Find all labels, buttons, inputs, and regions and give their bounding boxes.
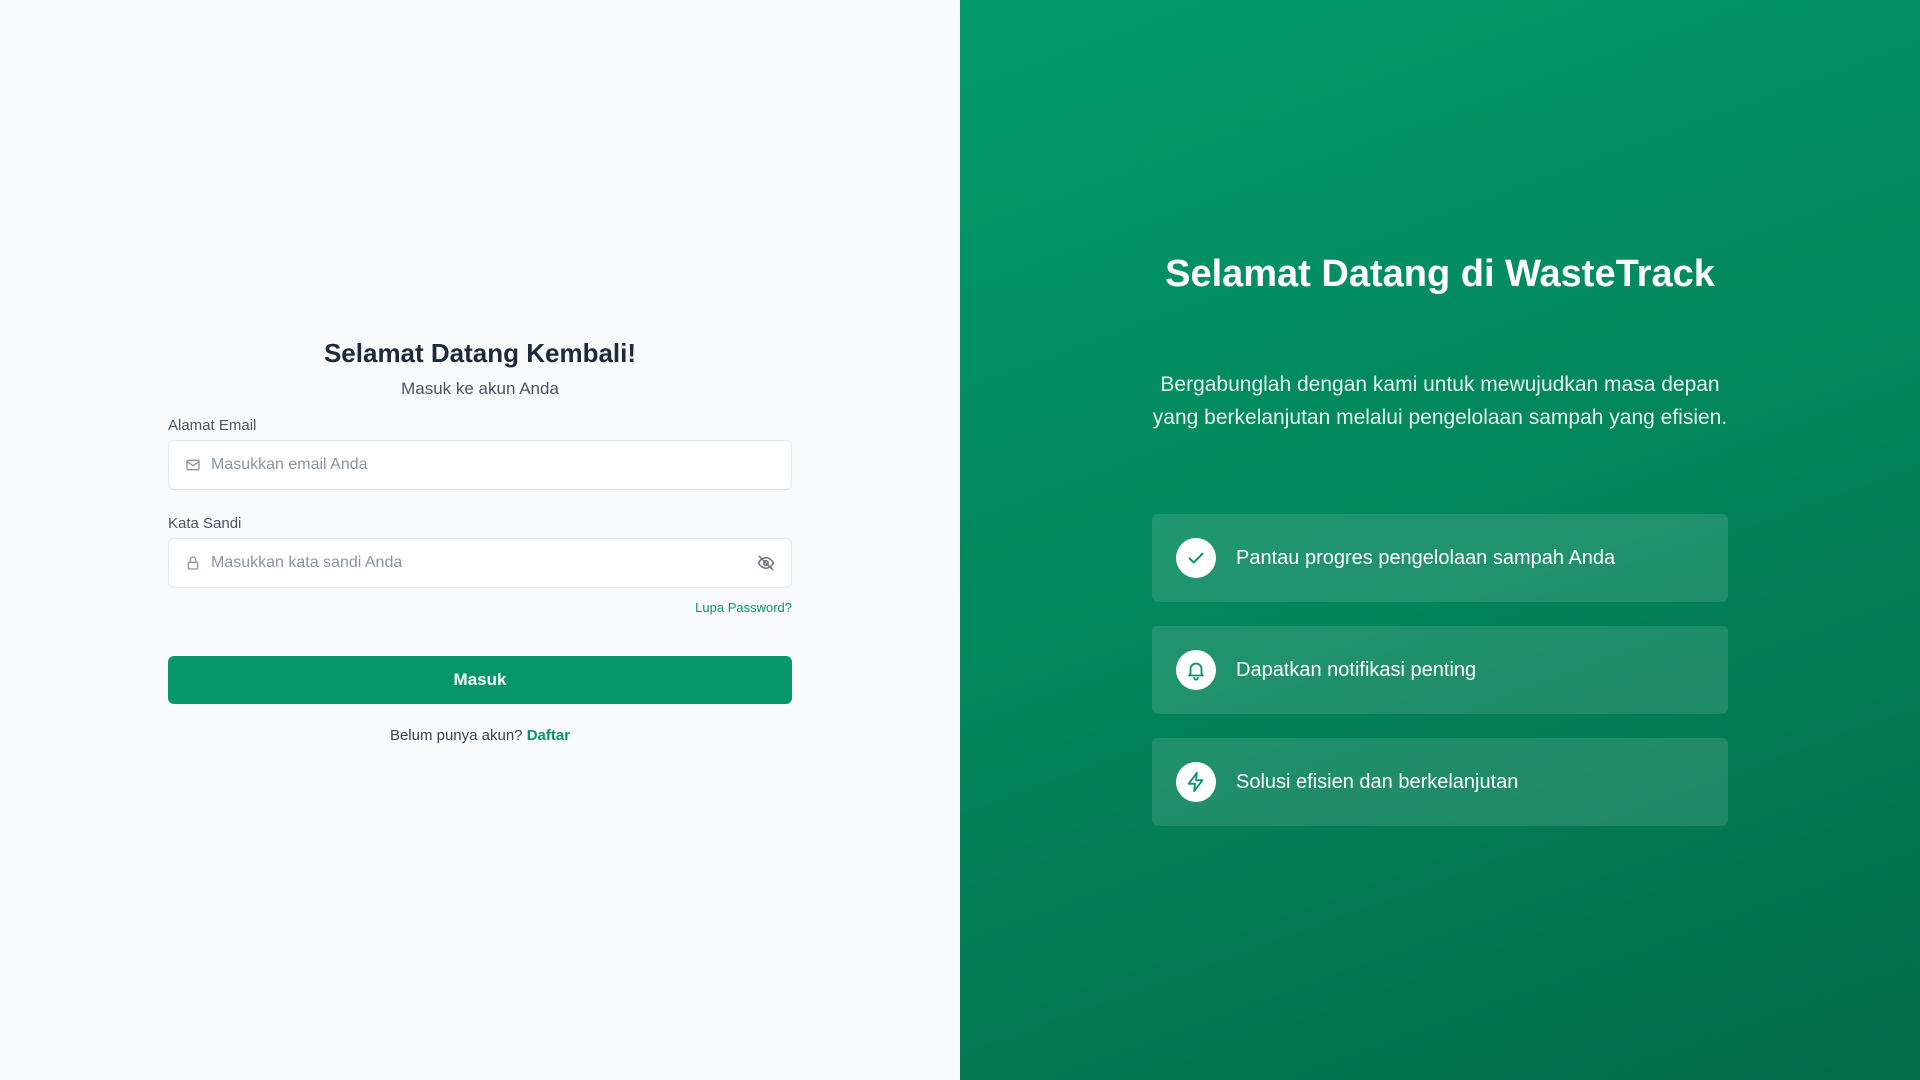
password-input[interactable] [211, 554, 757, 572]
login-page: Selamat Datang Kembali! Masuk ke akun An… [0, 0, 1920, 1080]
email-field-wrapper [168, 440, 792, 490]
lightning-icon [1176, 762, 1216, 802]
feature-text: Solusi efisien dan berkelanjutan [1236, 770, 1519, 793]
feature-card-monitoring: Pantau progres pengelolaan sampah Anda [1152, 514, 1728, 602]
forgot-password-link[interactable]: Lupa Password? [695, 600, 792, 615]
forgot-password-row: Lupa Password? [168, 600, 792, 616]
login-title: Selamat Datang Kembali! [323, 338, 637, 368]
feature-text: Pantau progres pengelolaan sampah Anda [1236, 546, 1616, 569]
password-label: Kata Sandi [168, 515, 242, 532]
register-prompt: Belum punya akun? [389, 727, 523, 744]
welcome-description: Bergabunglah dengan kami untuk mewujudka… [1152, 373, 1728, 429]
feature-card-efficiency: Solusi efisien dan berkelanjutan [1152, 738, 1728, 826]
register-link[interactable]: Daftar [527, 727, 570, 744]
lock-icon [185, 555, 201, 571]
register-row: Belum punya akun? Daftar [168, 726, 792, 746]
feature-list: Pantau progres pengelolaan sampah Anda D… [1152, 514, 1728, 850]
feature-card-notifications: Dapatkan notifikasi penting [1152, 626, 1728, 714]
mail-icon [185, 457, 201, 473]
email-input[interactable] [211, 456, 775, 474]
bell-icon [1176, 650, 1216, 690]
login-submit-button[interactable]: Masuk [168, 656, 792, 704]
login-subtitle: Masuk ke akun Anda [401, 379, 559, 398]
email-label: Alamat Email [168, 417, 257, 434]
feature-text: Dapatkan notifikasi penting [1236, 658, 1477, 681]
login-panel: Selamat Datang Kembali! Masuk ke akun An… [0, 0, 960, 1080]
welcome-panel: Selamat Datang di WasteTrack Bergabungla… [960, 0, 1920, 1080]
eye-off-icon[interactable] [757, 554, 775, 572]
password-field-wrapper [168, 538, 792, 588]
login-form: Selamat Datang Kembali! Masuk ke akun An… [168, 336, 792, 746]
welcome-title: Selamat Datang di WasteTrack [1165, 253, 1715, 295]
check-icon [1176, 538, 1216, 578]
